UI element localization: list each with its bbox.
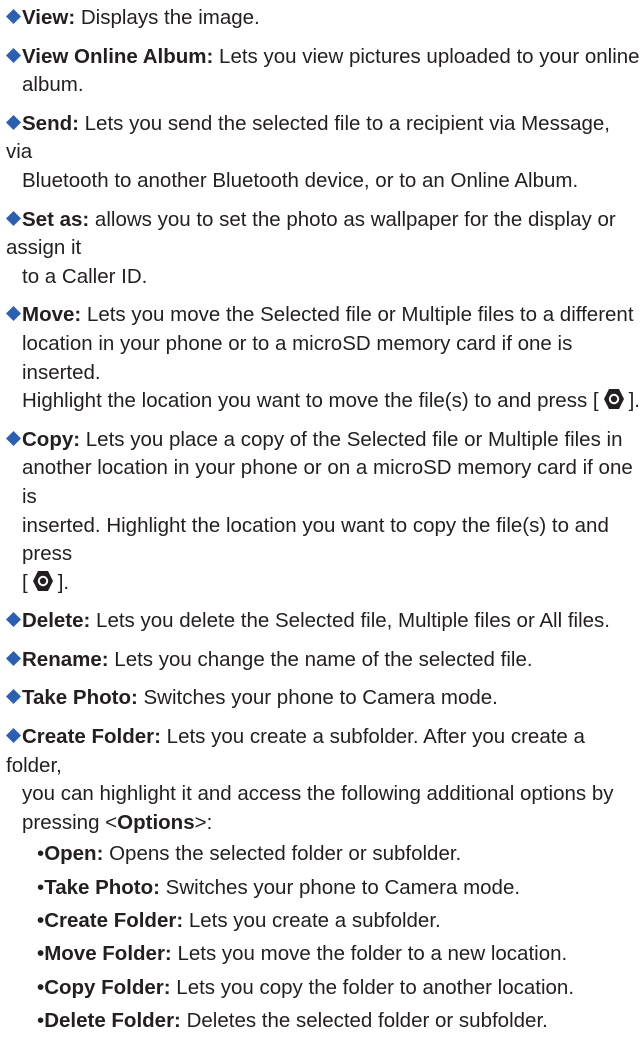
item-text: Lets you delete the Selected file, Multi… [90,609,610,633]
sub-item-term: Delete Folder: [44,1008,181,1032]
item-text-part: [ [22,570,28,594]
sub-bullet: • [37,975,45,999]
sub-bullet: • [37,942,45,966]
diamond-bullet-icon [6,430,21,446]
sub-bullet: • [37,909,45,933]
list-item-rename: Rename: Lets you change the name of the … [6,646,640,675]
item-text-part: pressing < [22,810,118,834]
item-text-continued: Bluetooth to another Bluetooth device, o… [22,168,579,192]
list-item-copy: Copy: Lets you place a copy of the Selec… [6,426,640,598]
list-item-send: Send: Lets you send the selected file to… [6,110,640,196]
item-text-part: Highlight the location you want to move … [22,389,599,413]
item-term: Take Photo: [22,686,138,710]
item-term: Set as: [22,207,90,231]
sub-bullet: • [37,1008,45,1032]
sub-item-text: Switches your phone to Camera mode. [159,875,521,899]
sub-item-text: Lets you copy the folder to another loca… [170,975,575,999]
diamond-bullet-icon [6,728,21,744]
item-text-continued: another location in your phone or on a m… [22,456,633,508]
sub-item-text: Lets you move the folder to a new locati… [171,942,568,966]
options-softkey-label: Options [117,810,195,834]
list-item-set-as: Set as: allows you to set the photo as w… [6,206,640,292]
sub-item-take-photo: •Take Photo: Switches your phone to Came… [37,871,640,904]
item-term: Copy: [22,427,81,451]
diamond-bullet-icon [6,650,21,666]
sub-item-term: Open: [44,842,104,866]
item-text-continued: you can highlight it and access the foll… [22,782,614,806]
manual-page: View: Displays the image. View Online Al… [6,0,640,1037]
item-text-continued-2: pressing <Options>: [6,809,640,838]
list-item-create-folder: Create Folder: Lets you create a subfold… [6,723,640,837]
diamond-bullet-icon [6,47,21,63]
sub-item-term: Take Photo: [44,875,160,899]
sub-item-text: Deletes the selected folder or subfolder… [180,1008,548,1032]
item-term: Rename: [22,647,109,671]
sub-item-text: Lets you create a subfolder. [183,909,441,933]
item-text-part: >: [194,810,213,834]
item-term: Delete: [22,609,91,633]
sub-item-open: •Open: Opens the selected folder or subf… [37,837,640,870]
item-text: Lets you send the selected file to a rec… [6,111,610,164]
list-item-move: Move: Lets you move the Selected file or… [6,301,640,415]
item-text-part: ]. [628,389,640,413]
item-term: Send: [22,111,79,135]
sub-item-copy-folder: •Copy Folder: Lets you copy the folder t… [37,971,640,1004]
item-text: allows you to set the photo as wallpaper… [6,207,616,260]
item-text: Switches your phone to Camera mode. [137,686,498,710]
sub-item-text: Opens the selected folder or subfolder. [103,842,462,866]
folder-options-list: • Open: Opens the selected folder or subf… [6,837,640,1037]
item-text: Lets you place a copy of the Selected fi… [80,427,623,451]
diamond-bullet-icon [6,689,21,705]
sub-item-move-folder: •Move Folder: Lets you move the folder t… [37,937,640,970]
navigation-key-icon [31,569,55,593]
diamond-bullet-icon [6,114,21,130]
diamond-bullet-icon [6,612,21,628]
item-text-continued: album. [22,73,84,97]
sub-bullet: • [37,875,45,899]
item-text-part: ]. [57,570,70,594]
item-text-continued: location in your phone or to a microSD m… [22,331,573,384]
item-term: Move: [22,303,82,327]
item-text-continued-2: Highlight the location you want to move … [6,387,640,416]
item-term: View: [22,6,76,29]
list-item-take-photo: Take Photo: Switches your phone to Camer… [6,684,640,713]
list-item-delete: Delete: Lets you delete the Selected fil… [6,607,640,636]
diamond-bullet-icon [6,306,21,322]
item-term: Create Folder: [22,725,161,749]
diamond-bullet-icon [6,9,21,24]
item-text: Lets you view pictures uploaded to your … [213,44,640,68]
item-text: Displays the image. [75,6,260,29]
navigation-key-icon [602,387,626,411]
item-text-continued-3: []. [6,569,640,598]
item-text: Lets you move the Selected file or Multi… [81,303,634,327]
sub-item-create-folder: •Create Folder: Lets you create a subfol… [37,904,640,937]
item-term: View Online Album: [22,44,214,68]
item-text: Lets you change the name of the selected… [108,647,533,671]
sub-item-term: Create Folder: [44,909,184,933]
sub-item-term: Copy Folder: [44,975,171,999]
item-text-continued-2: inserted. Highlight the location you wan… [22,513,609,566]
list-item-view: View: Displays the image. [6,4,640,33]
list-item-view-online-album: View Online Album: Lets you view picture… [6,43,640,100]
sub-item-term: Move Folder: [44,942,172,966]
item-text-continued: to a Caller ID. [22,264,148,288]
diamond-bullet-icon [6,210,21,226]
sub-item-delete-folder: •Delete Folder: Deletes the selected fol… [37,1004,640,1037]
